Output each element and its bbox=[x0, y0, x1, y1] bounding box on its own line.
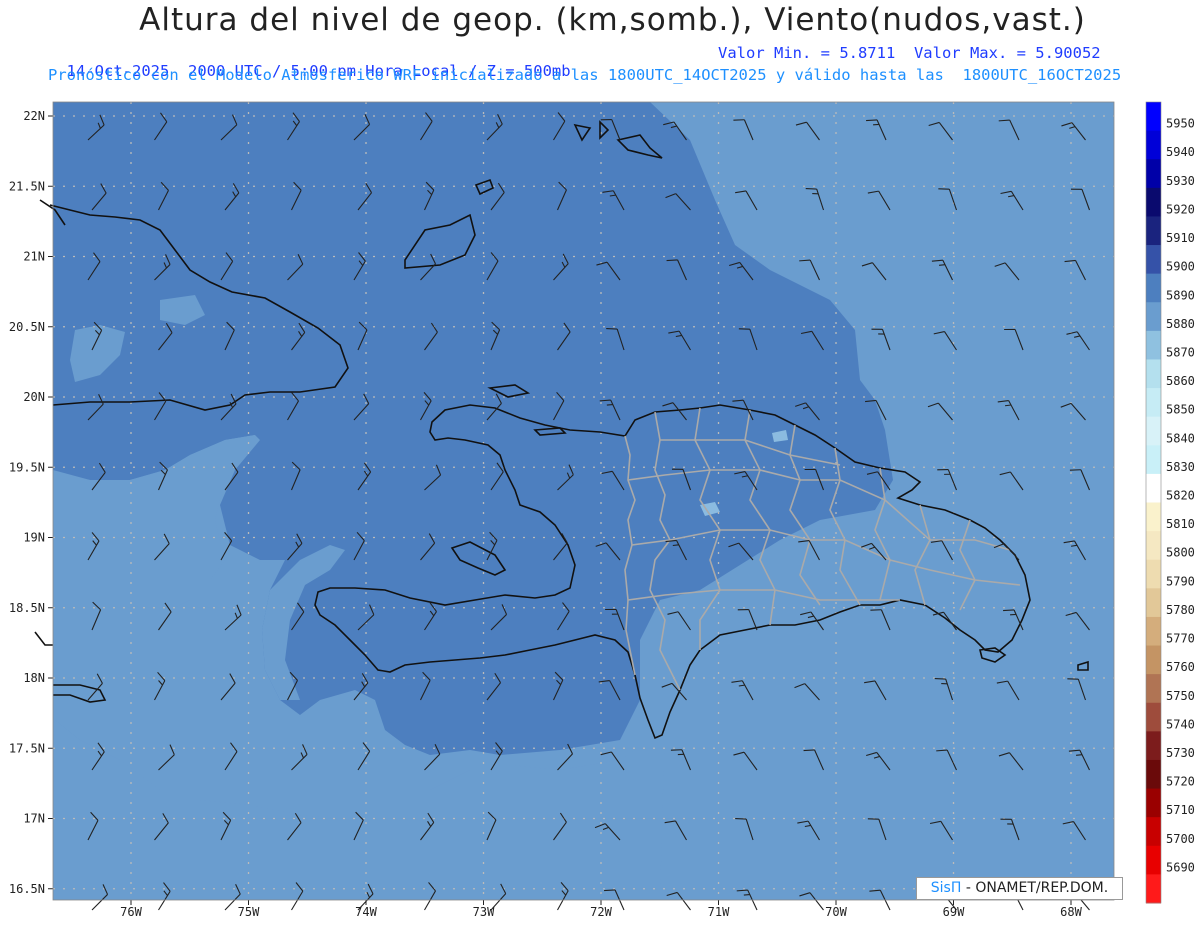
colorbar-swatch bbox=[1146, 388, 1161, 418]
colorbar-label: 5890 bbox=[1166, 288, 1195, 302]
colorbar-label: 5920 bbox=[1166, 202, 1195, 216]
lon-label: 68W bbox=[1060, 905, 1082, 919]
lon-label: 69W bbox=[943, 905, 965, 919]
lon-label: 76W bbox=[120, 905, 142, 919]
colorbar-swatch bbox=[1146, 559, 1161, 589]
colorbar-swatch bbox=[1146, 874, 1161, 904]
colorbar-label: 5800 bbox=[1166, 546, 1195, 560]
colorbar-swatch bbox=[1146, 588, 1161, 618]
colorbar-swatch bbox=[1146, 159, 1161, 189]
colorbar-label: 5700 bbox=[1166, 832, 1195, 846]
colorbar-label: 5840 bbox=[1166, 431, 1195, 445]
lat-label: 20.5N bbox=[9, 320, 45, 334]
colorbar-swatch bbox=[1146, 616, 1161, 647]
lon-label: 71W bbox=[708, 905, 730, 919]
colorbar-swatch bbox=[1146, 702, 1161, 732]
colorbar-label: 5780 bbox=[1166, 603, 1195, 617]
colorbar-swatch bbox=[1146, 102, 1161, 132]
colorbar-label: 5730 bbox=[1166, 746, 1195, 760]
lon-label: 72W bbox=[590, 905, 612, 919]
lon-label: 74W bbox=[355, 905, 377, 919]
colorbar-label: 5750 bbox=[1166, 689, 1195, 703]
lat-label: 20N bbox=[23, 390, 45, 404]
colorbar-swatch bbox=[1146, 130, 1161, 160]
lat-label: 17N bbox=[23, 812, 45, 826]
colorbar-label: 5770 bbox=[1166, 632, 1195, 646]
colorbar-swatch bbox=[1146, 531, 1161, 561]
colorbar: 5950 5940 5930 5920 5910 5900 5890 5880 5870 5860… bbox=[1145, 101, 1195, 904]
colorbar-swatch bbox=[1146, 445, 1161, 475]
colorbar-swatch bbox=[1146, 216, 1161, 246]
colorbar-label: 5820 bbox=[1166, 489, 1195, 503]
colorbar-swatch bbox=[1146, 759, 1161, 790]
lat-label: 21N bbox=[23, 250, 45, 264]
colorbar-label: 5900 bbox=[1166, 260, 1195, 274]
colorbar-swatch bbox=[1146, 245, 1161, 275]
colorbar-label: 5710 bbox=[1166, 803, 1195, 817]
colorbar-swatch bbox=[1146, 473, 1161, 503]
colorbar-label: 5690 bbox=[1166, 860, 1195, 874]
colorbar-swatch bbox=[1146, 330, 1161, 360]
colorbar-label: 5860 bbox=[1166, 374, 1195, 388]
colorbar-label: 5850 bbox=[1166, 403, 1195, 417]
colorbar-swatch bbox=[1146, 731, 1161, 761]
colorbar-label: 5870 bbox=[1166, 345, 1195, 359]
credit-box: SisΠ - ONAMET/REP.DOM. bbox=[916, 877, 1123, 900]
lon-label: 75W bbox=[238, 905, 260, 919]
colorbar-label: 5830 bbox=[1166, 460, 1195, 474]
colorbar-label: 5930 bbox=[1166, 174, 1195, 188]
lat-label: 21.5N bbox=[9, 179, 45, 193]
colorbar-label: 5910 bbox=[1166, 231, 1195, 245]
colorbar-label: 5790 bbox=[1166, 574, 1195, 588]
colorbar-swatch bbox=[1146, 817, 1161, 847]
geopotential-map: 76W 75W 74W 73W 72W 71W 70W 69W 68W 22N 21.5N 21N 20… bbox=[9, 101, 1195, 919]
coast-jamaica-b bbox=[34, 631, 53, 646]
credit-text: - ONAMET/REP.DOM. bbox=[961, 880, 1109, 896]
lat-label: 22N bbox=[23, 109, 45, 123]
colorbar-label: 5950 bbox=[1166, 117, 1195, 131]
colorbar-label: 5880 bbox=[1166, 317, 1195, 331]
colorbar-swatch bbox=[1146, 187, 1161, 217]
colorbar-label: 5810 bbox=[1166, 517, 1195, 531]
colorbar-swatch bbox=[1146, 416, 1161, 446]
colorbar-label: 5720 bbox=[1166, 775, 1195, 789]
colorbar-swatch bbox=[1146, 302, 1161, 332]
colorbar-swatch bbox=[1146, 645, 1161, 675]
lat-label: 19.5N bbox=[9, 460, 45, 474]
colorbar-label: 5940 bbox=[1166, 145, 1195, 159]
lon-label: 73W bbox=[473, 905, 495, 919]
lat-label: 18N bbox=[23, 671, 45, 685]
colorbar-swatch bbox=[1146, 502, 1161, 532]
lat-label: 19N bbox=[23, 531, 45, 545]
colorbar-swatch bbox=[1146, 359, 1161, 389]
colorbar-label: 5740 bbox=[1166, 717, 1195, 731]
lat-label: 17.5N bbox=[9, 741, 45, 755]
colorbar-swatch bbox=[1146, 674, 1161, 704]
colorbar-label: 5760 bbox=[1166, 660, 1195, 674]
sispi-logo: SisΠ bbox=[930, 880, 962, 896]
lon-label: 70W bbox=[825, 905, 847, 919]
colorbar-swatch bbox=[1146, 845, 1161, 875]
lat-label: 18.5N bbox=[9, 601, 45, 615]
lat-label: 16.5N bbox=[9, 882, 45, 896]
colorbar-swatch bbox=[1146, 273, 1161, 303]
colorbar-swatch bbox=[1146, 788, 1161, 818]
